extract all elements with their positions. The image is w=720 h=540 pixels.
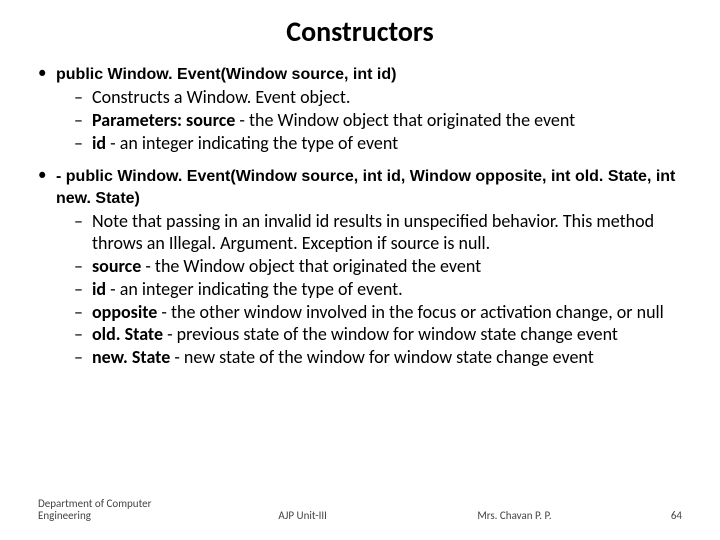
bullet-list: public Window. Event(Window source, int …	[34, 63, 686, 369]
slide: Constructors public Window. Event(Window…	[0, 0, 720, 540]
constructor-signature: - public Window. Event(Window source, in…	[56, 168, 675, 207]
footer-author: Mrs. Chavan P. P.	[477, 509, 551, 522]
constructor-item: public Window. Event(Window source, int …	[34, 63, 686, 155]
sub-item: new. State - new state of the window for…	[74, 347, 686, 369]
slide-title: Constructors	[34, 14, 686, 49]
footer-department: Department of Computer Engineering	[38, 498, 188, 522]
sub-item: Constructs a Window. Event object.	[74, 87, 686, 109]
sub-list: Constructs a Window. Event object. Param…	[56, 87, 686, 155]
sub-item: old. State - previous state of the windo…	[74, 324, 686, 346]
constructor-signature: public Window. Event(Window source, int …	[56, 66, 396, 83]
sub-item: opposite - the other window involved in …	[74, 302, 686, 324]
slide-body: public Window. Event(Window source, int …	[34, 63, 686, 369]
slide-footer: Department of Computer Engineering AJP U…	[0, 498, 720, 522]
footer-page-number: 64	[642, 509, 682, 522]
sub-item: id - an integer indicating the type of e…	[74, 279, 686, 301]
sub-item: source - the Window object that originat…	[74, 256, 686, 278]
sub-item: Note that passing in an invalid id resul…	[74, 211, 686, 255]
footer-unit: AJP Unit-III	[278, 509, 327, 522]
sub-list: Note that passing in an invalid id resul…	[56, 211, 686, 370]
sub-item: id - an integer indicating the type of e…	[74, 133, 686, 155]
sub-item: Parameters: source - the Window object t…	[74, 110, 686, 132]
constructor-item: - public Window. Event(Window source, in…	[34, 165, 686, 370]
